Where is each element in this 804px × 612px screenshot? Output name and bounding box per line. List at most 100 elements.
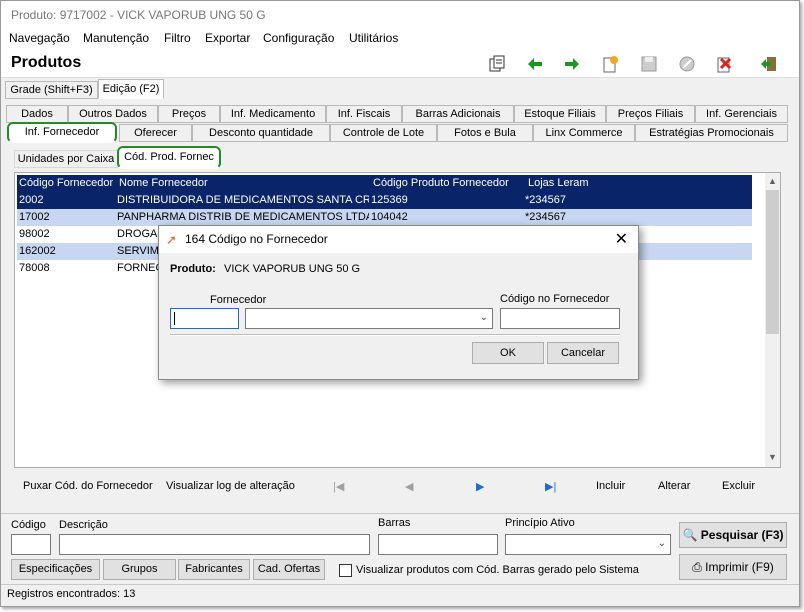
search-button-label: Pesquisar (F3)	[700, 528, 784, 542]
first-record-icon[interactable]: |◀	[333, 480, 344, 493]
description-label: Descrição	[59, 519, 108, 531]
app-logo-icon: ➚	[166, 232, 177, 247]
col-nome-fornecedor[interactable]: Nome Fornecedor	[119, 175, 208, 192]
barcode-input[interactable]	[378, 534, 498, 555]
menu-exportar[interactable]: Exportar	[205, 31, 250, 45]
divider	[1, 513, 799, 514]
tab-precos-filiais[interactable]: Preços Filiais	[606, 105, 695, 123]
offers-button[interactable]: Cad. Ofertas	[253, 559, 325, 580]
tab-dados[interactable]: Dados	[6, 105, 68, 123]
col-codigo-fornecedor[interactable]: Código Fornecedor	[19, 175, 113, 192]
menu-bar: Navegação Manutenção Filtro Exportar Con…	[1, 29, 799, 49]
dialog-title: 164 Código no Fornecedor	[185, 232, 328, 246]
grid-scrollbar[interactable]: ▲ ▼	[765, 173, 780, 467]
print-button[interactable]: ⎙ Imprimir (F9)	[679, 554, 787, 580]
active-principle-select[interactable]: ⌄	[505, 534, 671, 555]
menu-navegacao[interactable]: Navegação	[9, 31, 70, 45]
cancel-icon[interactable]	[676, 53, 698, 75]
groups-button[interactable]: Grupos	[103, 559, 176, 580]
system-barcode-label: Visualizar produtos com Cód. Barras gera…	[356, 564, 639, 576]
cell-stores: *234567	[525, 211, 566, 223]
tab-estrategias-promocionais[interactable]: Estratégias Promocionais	[635, 124, 788, 142]
menu-utilitarios[interactable]: Utilitários	[349, 31, 398, 45]
arrow-right-icon[interactable]	[561, 53, 583, 75]
close-icon[interactable]: ✕	[615, 226, 628, 253]
cell-code: 17002	[19, 211, 50, 223]
menu-filtro[interactable]: Filtro	[164, 31, 191, 45]
print-button-label: Imprimir (F9)	[705, 560, 774, 574]
supplier-code-input[interactable]	[500, 308, 620, 329]
tab-cod-prod-fornec[interactable]: Cód. Prod. Fornec	[117, 146, 221, 169]
tab-desconto-quantidade[interactable]: Desconto quantidade	[192, 124, 330, 142]
tab-inf-gerenciais[interactable]: Inf. Gerenciais	[695, 105, 788, 123]
tab-estoque-filiais[interactable]: Estoque Filiais	[514, 105, 606, 123]
tab-outros-dados[interactable]: Outros Dados	[68, 105, 158, 123]
supplier-label: Fornecedor	[210, 294, 267, 306]
delete-button[interactable]: Excluir	[722, 480, 755, 492]
printer-icon: ⎙	[692, 560, 702, 574]
delete-icon[interactable]	[713, 53, 735, 75]
table-row[interactable]: 17002 PANPHARMA DISTRIB DE MEDICAMENTOS …	[17, 209, 752, 226]
save-icon[interactable]	[638, 53, 660, 75]
tab-inf-medicamento[interactable]: Inf. Medicamento	[220, 105, 326, 123]
tab-edicao[interactable]: Edição (F2)	[98, 79, 164, 99]
edit-button[interactable]: Alterar	[658, 480, 690, 492]
new-record-icon[interactable]	[599, 53, 621, 75]
copy-icon[interactable]	[486, 53, 508, 75]
cell-code: 78008	[19, 262, 50, 274]
col-lojas-leram[interactable]: Lojas Leram	[528, 175, 589, 192]
description-input[interactable]	[59, 534, 370, 555]
tab-linx-commerce[interactable]: Linx Commerce	[533, 124, 635, 142]
cell-code: 98002	[19, 228, 50, 240]
search-button[interactable]: 🔍 Pesquisar (F3)	[679, 522, 787, 548]
system-barcode-checkbox[interactable]	[339, 564, 352, 577]
header-toolbar: Produtos	[1, 49, 799, 78]
prev-record-icon[interactable]: ◀	[405, 480, 413, 493]
tab-fotos-e-bula[interactable]: Fotos e Bula	[437, 124, 533, 142]
tab-precos[interactable]: Preços	[158, 105, 220, 123]
cancel-button[interactable]: Cancelar	[547, 342, 619, 364]
arrow-left-icon[interactable]	[524, 53, 546, 75]
last-record-icon[interactable]: ▶|	[545, 480, 556, 493]
menu-configuracao[interactable]: Configuração	[263, 31, 334, 45]
manufacturers-button[interactable]: Fabricantes	[178, 559, 250, 580]
tab-controle-de-lote[interactable]: Controle de Lote	[330, 124, 437, 142]
cell-product-code: 104042	[371, 211, 408, 223]
chevron-down-icon: ⌄	[657, 538, 666, 549]
tab-grade[interactable]: Grade (Shift+F3)	[5, 81, 98, 99]
scroll-down-icon[interactable]: ▼	[768, 452, 777, 462]
cell-stores: *234567	[525, 194, 566, 206]
grid-header: Código Fornecedor Nome Fornecedor Código…	[17, 175, 752, 192]
main-window: Produto: 9717002 - VICK VAPORUB UNG 50 G…	[0, 0, 800, 607]
next-record-icon[interactable]: ▶	[476, 480, 484, 493]
code-input[interactable]	[11, 534, 51, 555]
include-button[interactable]: Incluir	[596, 480, 625, 492]
specifications-button[interactable]: Especificações	[11, 559, 100, 580]
chevron-down-icon: ⌄	[479, 312, 488, 323]
table-row[interactable]: 2002 DISTRIBUIDORA DE MEDICAMENTOS SANTA…	[17, 192, 752, 209]
scroll-up-icon[interactable]: ▲	[768, 176, 777, 186]
cell-code: 2002	[19, 194, 44, 206]
tab-inf-fiscais[interactable]: Inf. Fiscais	[326, 105, 402, 123]
tab-barras-adicionais[interactable]: Barras Adicionais	[402, 105, 514, 123]
view-change-log-button[interactable]: Visualizar log de alteração	[166, 480, 295, 492]
search-icon: 🔍	[682, 528, 698, 542]
title-bar: Produto: 9717002 - VICK VAPORUB UNG 50 G	[1, 1, 799, 29]
text-cursor	[174, 312, 175, 325]
tab-unidades-por-caixa[interactable]: Unidades por Caixa	[14, 150, 118, 168]
pull-supplier-code-button[interactable]: Puxar Cód. do Fornecedor	[23, 480, 153, 492]
col-codigo-produto-fornecedor[interactable]: Código Produto Fornecedor	[373, 175, 509, 192]
divider	[170, 334, 620, 336]
ok-button[interactable]: OK	[472, 342, 544, 364]
menu-manutencao[interactable]: Manutenção	[83, 31, 149, 45]
scroll-thumb[interactable]	[766, 190, 779, 334]
exit-icon[interactable]	[758, 53, 780, 75]
supplier-id-input[interactable]	[170, 308, 239, 329]
cell-name: PANPHARMA DISTRIB DE MEDICAMENTOS LTDA	[117, 211, 369, 223]
cell-name: DISTRIBUIDORA DE MEDICAMENTOS SANTA CRUZ…	[117, 194, 369, 206]
tab-oferecer[interactable]: Oferecer	[119, 124, 192, 142]
code-label: Código	[11, 519, 46, 531]
tab-inf-fornecedor[interactable]: Inf. Fornecedor	[7, 122, 117, 143]
supplier-select[interactable]: ⌄	[245, 308, 493, 329]
page-title: Produtos	[11, 54, 82, 71]
